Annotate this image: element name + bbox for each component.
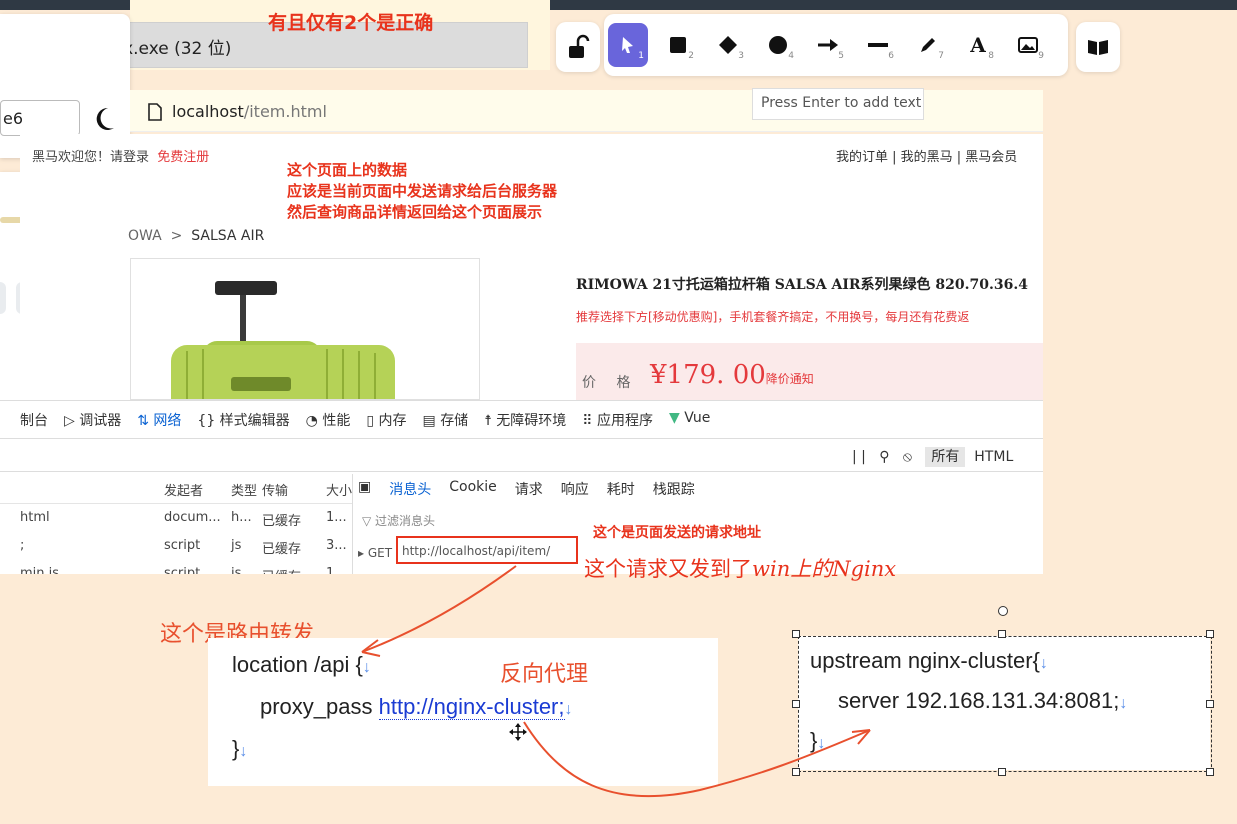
proxy-arrow xyxy=(523,721,871,798)
move-cursor-icon xyxy=(509,723,527,741)
route-arrow xyxy=(361,565,517,653)
annotation-arrows xyxy=(361,565,871,798)
